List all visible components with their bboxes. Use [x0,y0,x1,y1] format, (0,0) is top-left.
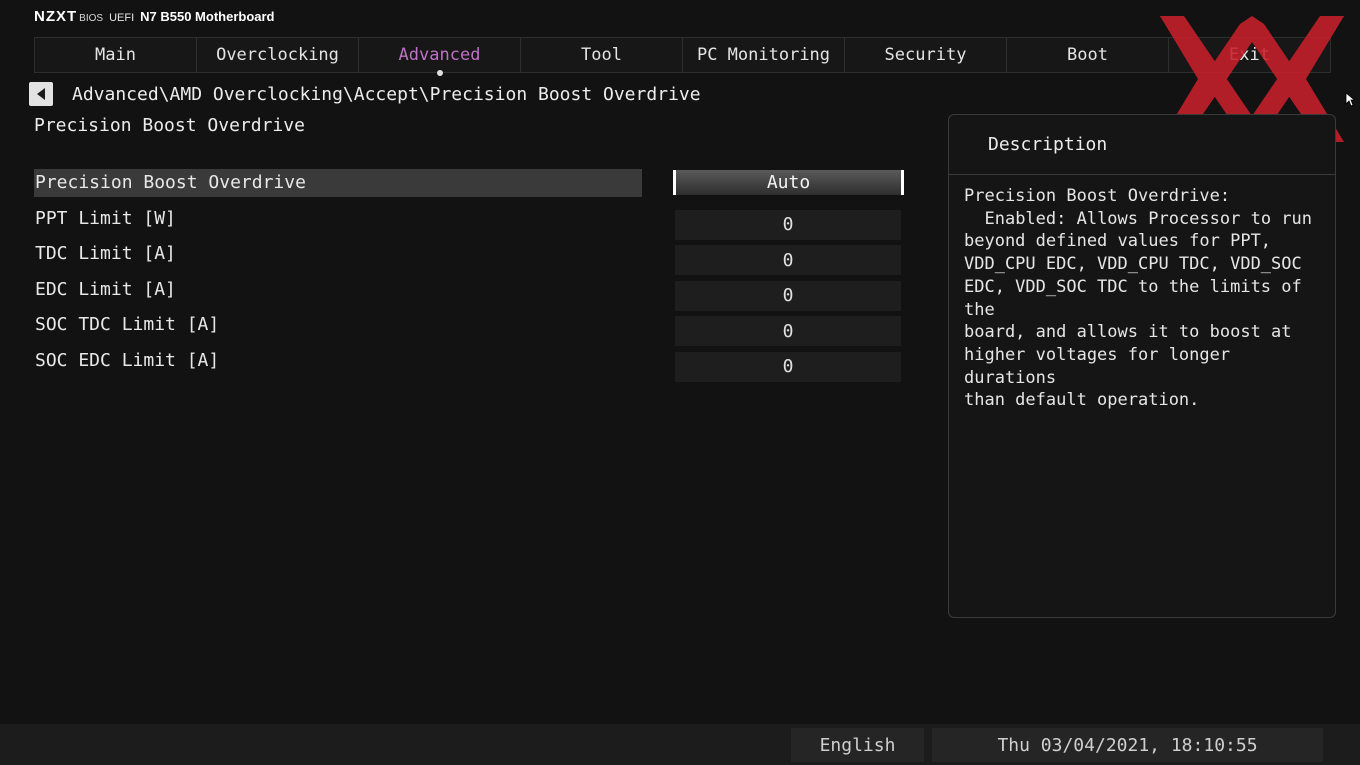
ppt-limit-input[interactable]: 0 [675,209,901,240]
description-title: Description [949,115,1335,175]
setting-label: EDC Limit [A] [35,278,176,300]
bios-screen: NZXT BIOS UEFI N7 B550 Motherboard Main … [0,0,1360,765]
page-title: Precision Boost Overdrive [34,115,305,136]
soc-edc-limit-input[interactable]: 0 [675,351,901,382]
setting-label: SOC EDC Limit [A] [35,349,220,371]
precision-boost-overdrive-select[interactable]: Auto [673,170,904,195]
breadcrumb: Advanced\AMD Overclocking\Accept\Precisi… [72,84,701,105]
tab-advanced[interactable]: Advanced [359,38,521,76]
tab-main[interactable]: Main [35,38,197,72]
tab-overclocking[interactable]: Overclocking [197,38,359,72]
setting-row-tdc-limit[interactable]: TDC Limit [A] 0 [34,240,904,276]
description-panel: Description Precision Boost Overdrive: E… [948,114,1336,618]
setting-row-ppt-limit[interactable]: PPT Limit [W] 0 [34,205,904,241]
main-tab-bar: Main Overclocking Advanced Tool PC Monit… [34,37,1331,76]
setting-row-soc-edc-limit[interactable]: SOC EDC Limit [A] 0 [34,347,904,383]
setting-label: TDC Limit [A] [35,243,176,264]
settings-list: Precision Boost Overdrive Auto PPT Limit… [34,169,904,382]
tab-pc-monitoring[interactable]: PC Monitoring [683,38,845,72]
language-selector[interactable]: English [791,728,924,762]
edc-limit-input[interactable]: 0 [675,280,901,311]
triangle-left-icon [37,88,45,100]
bios-label: BIOS [79,13,104,24]
setting-row-edc-limit[interactable]: EDC Limit [A] 0 [34,276,904,312]
brand-header: NZXT BIOS UEFI N7 B550 Motherboard [34,8,275,30]
back-button[interactable] [29,82,53,106]
status-bar: English Thu 03/04/2021, 18:10:55 [0,724,1360,765]
setting-row-soc-tdc-limit[interactable]: SOC TDC Limit [A] 0 [34,311,904,347]
setting-label: SOC TDC Limit [A] [35,314,220,335]
date-time: Thu 03/04/2021, 18:10:55 [932,728,1323,762]
uefi-label: UEFI [109,12,135,24]
tab-security[interactable]: Security [845,38,1007,72]
setting-row-precision-boost-overdrive[interactable]: Precision Boost Overdrive Auto [34,169,904,205]
tdc-limit-input[interactable]: 0 [675,245,901,275]
tab-boot[interactable]: Boot [1007,38,1169,72]
motherboard-model: N7 B550 Motherboard [140,9,275,24]
setting-label: PPT Limit [W] [35,207,176,229]
mouse-cursor-icon [1345,92,1355,107]
tab-tool[interactable]: Tool [521,38,683,72]
soc-tdc-limit-input[interactable]: 0 [675,316,901,346]
setting-label: Precision Boost Overdrive [34,169,642,197]
description-text: Precision Boost Overdrive: Enabled: Allo… [964,186,1312,411]
nzxt-logo: NZXT [34,8,78,25]
tab-exit[interactable]: Exit [1169,38,1330,72]
